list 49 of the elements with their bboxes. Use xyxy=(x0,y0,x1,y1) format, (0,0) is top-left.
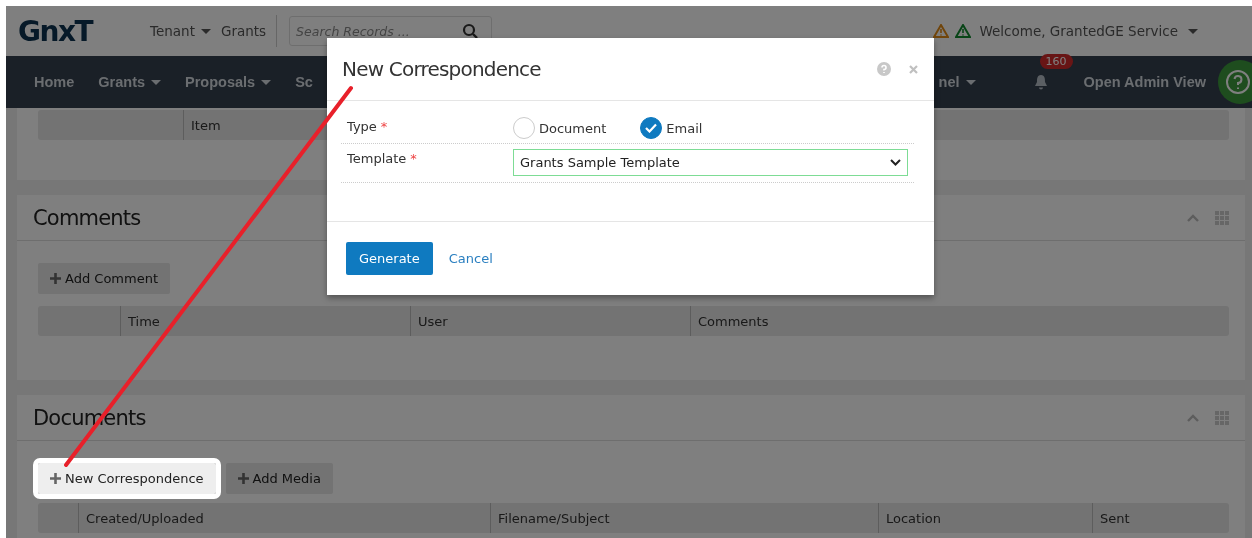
search-icon xyxy=(462,23,479,39)
radio-label: Email xyxy=(666,120,703,136)
caret-icon xyxy=(1188,28,1198,34)
nav-item[interactable]: Grants xyxy=(98,74,162,90)
app-link[interactable]: Grants xyxy=(220,23,267,39)
tenant-menu[interactable]: Tenant xyxy=(150,23,211,39)
chevron-up-icon[interactable] xyxy=(1187,413,1199,422)
nav-item[interactable]: Sc xyxy=(295,74,313,90)
nav-item[interactable]: Home xyxy=(34,74,75,90)
help-icon[interactable] xyxy=(1218,60,1252,104)
grid-icon[interactable] xyxy=(1215,210,1229,225)
cancel-link[interactable]: Cancel xyxy=(440,247,501,270)
dialog-title: New Correspondence xyxy=(342,57,542,81)
user-menu[interactable]: Welcome, GrantedGE Service xyxy=(979,23,1198,39)
generate-button[interactable]: Generate xyxy=(346,242,433,275)
close-icon[interactable] xyxy=(909,64,918,74)
notification-badge: 160 xyxy=(1039,54,1073,69)
plus-icon xyxy=(50,273,61,284)
nav-item[interactable]: Proposals xyxy=(185,74,272,90)
column-header: Sent xyxy=(1092,503,1229,533)
warning-icon xyxy=(955,24,972,38)
plus-icon xyxy=(237,473,249,484)
radio-button[interactable] xyxy=(640,117,663,139)
chevron-down-icon xyxy=(890,159,901,166)
column-header: Location xyxy=(878,503,1092,533)
bell-icon[interactable] xyxy=(1033,74,1048,90)
warning-icon xyxy=(933,24,950,38)
column-header: Created/Uploaded xyxy=(78,503,490,533)
panel-title: Comments xyxy=(33,205,142,230)
column-header: Time xyxy=(120,306,410,336)
plus-icon xyxy=(50,473,61,484)
field-label: Template xyxy=(347,151,407,166)
column-header: Comments xyxy=(690,306,1229,336)
check-icon xyxy=(645,123,658,133)
caret-icon xyxy=(200,28,211,34)
nav-item[interactable]: nel xyxy=(938,74,976,90)
required-mark: * xyxy=(410,151,417,166)
add-button[interactable]: Add Comment xyxy=(38,263,170,294)
logo: GnxT xyxy=(18,14,94,48)
add-button[interactable]: Add Media xyxy=(225,463,333,494)
admin-link[interactable]: Open Admin View xyxy=(1083,74,1206,90)
chevron-up-icon[interactable] xyxy=(1187,213,1199,222)
field-label: Type xyxy=(347,119,377,134)
template-dropdown[interactable]: Grants Sample Template xyxy=(513,149,908,176)
column-header: User xyxy=(410,306,690,336)
column-header: Filename/Subject xyxy=(490,503,878,533)
grid-icon[interactable] xyxy=(1215,410,1229,425)
radio-label: Document xyxy=(539,120,607,136)
required-mark: * xyxy=(380,119,388,134)
